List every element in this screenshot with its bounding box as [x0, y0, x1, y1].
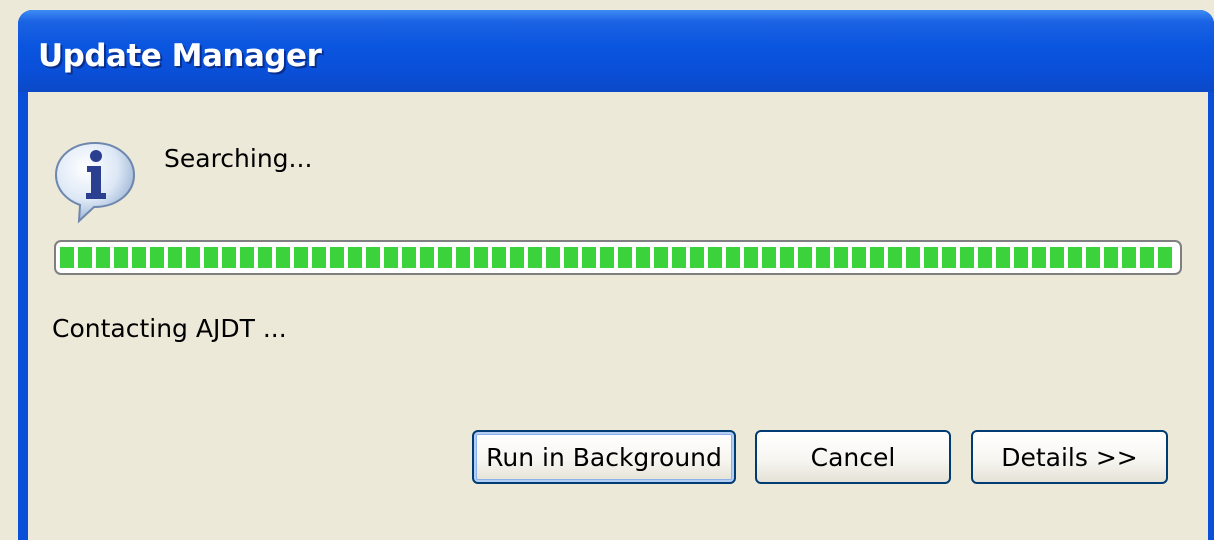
update-manager-window: Update Manager Searching... Contacting A…: [18, 10, 1214, 540]
progress-track: [60, 247, 1176, 268]
dialog-body: Searching... Contacting AJDT ... Run in …: [28, 92, 1208, 540]
search-message: Searching...: [164, 144, 313, 173]
title-bar[interactable]: Update Manager: [18, 10, 1214, 92]
details-button[interactable]: Details >>: [971, 430, 1168, 484]
cancel-button[interactable]: Cancel: [755, 430, 951, 484]
progress-fill: [60, 247, 1176, 268]
info-icon: [54, 141, 136, 224]
window-title: Update Manager: [38, 38, 322, 74]
status-text: Contacting AJDT ...: [52, 314, 287, 343]
run-in-background-button[interactable]: Run in Background: [472, 430, 736, 484]
progress-bar: [54, 240, 1182, 275]
